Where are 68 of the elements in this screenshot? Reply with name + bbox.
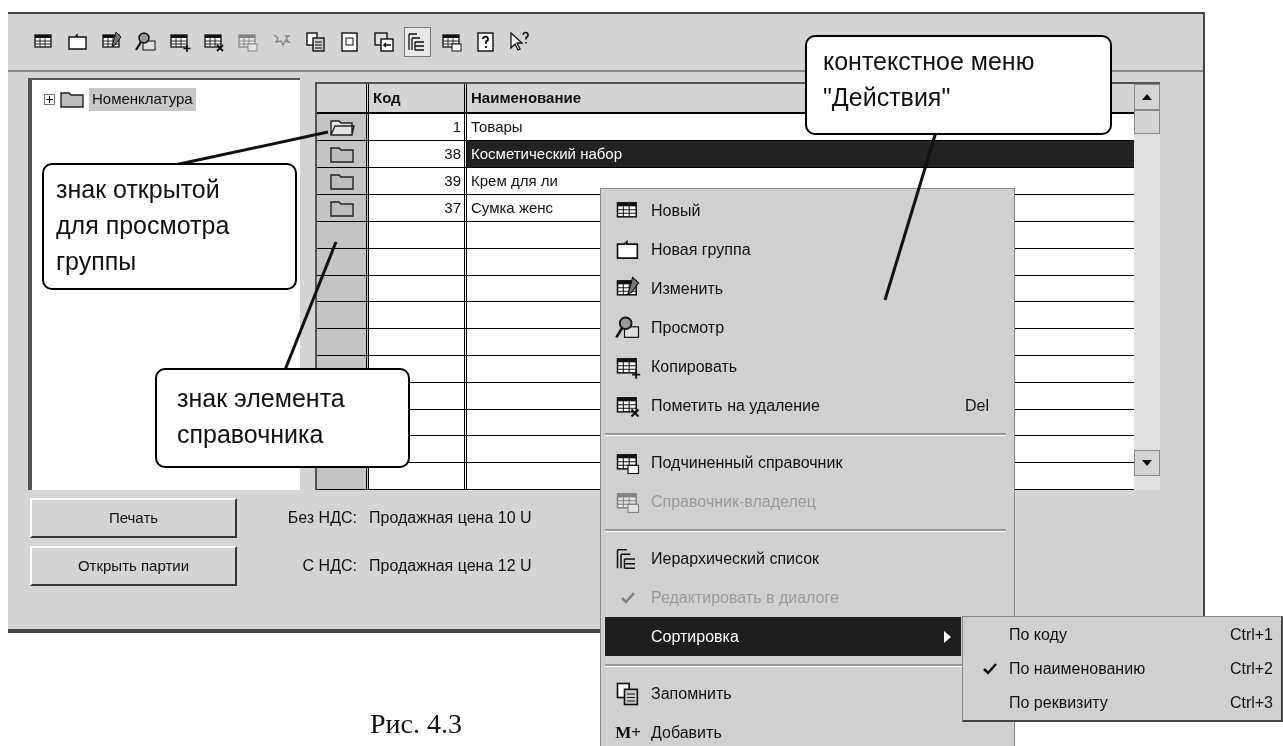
callout: знак элемента справочника bbox=[155, 368, 410, 468]
table-cell[interactable]: Крем для ли bbox=[471, 172, 558, 189]
menu-item[interactable]: По коду Ctrl+1 bbox=[963, 618, 1281, 652]
scroll-thumb[interactable] bbox=[1134, 110, 1160, 134]
menu-label: Иерархический список bbox=[651, 548, 820, 569]
scroll-up-button[interactable] bbox=[1134, 84, 1160, 110]
table-cell[interactable]: Товары bbox=[471, 118, 523, 135]
menu-label: Просмотр bbox=[651, 317, 725, 338]
row-header[interactable] bbox=[317, 195, 369, 221]
menu-item[interactable]: По наименованию Ctrl+2 bbox=[963, 652, 1281, 686]
menu-label: Копировать bbox=[651, 356, 738, 377]
price-label: С НДС: bbox=[301, 556, 357, 576]
scroll-down-button[interactable] bbox=[1134, 450, 1160, 476]
menu-item[interactable]: Изменить bbox=[605, 269, 961, 308]
expand-icon[interactable] bbox=[44, 93, 55, 105]
shortcut-text: Ctrl+3 bbox=[1229, 693, 1273, 713]
table-cell[interactable]: Сумка женс bbox=[471, 199, 554, 216]
magnifier-icon bbox=[133, 30, 158, 54]
table-cell: 39 bbox=[369, 168, 467, 194]
down-arrow-icon bbox=[1142, 460, 1152, 466]
menu-label: Подчиненный справочник bbox=[651, 452, 843, 473]
menu-label: По наименованию bbox=[1009, 659, 1146, 679]
menu-label: По реквизиту bbox=[1009, 693, 1108, 713]
shortcut-text: Ctrl+1 bbox=[1229, 625, 1273, 645]
menu-item[interactable]: Запомнить bbox=[605, 674, 961, 713]
menu-label: Запомнить bbox=[651, 683, 732, 704]
menu-label: По коду bbox=[1009, 625, 1067, 645]
figure-caption: Рис. 4.3 bbox=[370, 708, 462, 739]
callout: контекстное меню "Действия" bbox=[805, 35, 1112, 135]
menu-item[interactable]: По реквизиту Ctrl+3 bbox=[963, 686, 1281, 720]
table-cell[interactable]: Косметический набор bbox=[471, 145, 623, 162]
shortcut-text: Del bbox=[965, 395, 989, 416]
price-label: Без НДС: bbox=[286, 508, 357, 528]
submenu-arrow-icon bbox=[944, 630, 951, 643]
menu-glyph: M+ bbox=[615, 721, 641, 744]
menu-item[interactable]: Просмотр bbox=[605, 308, 961, 347]
price-text: Продажная цена 12 U bbox=[369, 556, 532, 576]
tree-item[interactable]: Номенклатура bbox=[89, 88, 196, 111]
menu-label: Новая группа bbox=[651, 239, 751, 260]
column-header[interactable]: Код bbox=[369, 84, 467, 112]
menu-item[interactable]: Сортировка bbox=[605, 617, 961, 656]
menu-item[interactable]: Копировать bbox=[605, 347, 961, 386]
row-header[interactable] bbox=[317, 114, 369, 140]
menu-label: Новый bbox=[651, 200, 701, 221]
form-button[interactable]: Печать bbox=[30, 498, 237, 538]
paste-icon bbox=[371, 30, 396, 54]
scrollbar[interactable] bbox=[1134, 84, 1160, 490]
form-button[interactable]: Открыть партии bbox=[30, 546, 237, 586]
price-text: Продажная цена 10 U bbox=[369, 508, 532, 528]
menu-label: Изменить bbox=[651, 278, 724, 299]
menu-item[interactable]: Подчиненный справочник bbox=[605, 443, 961, 482]
menu-item[interactable]: Иерархический список bbox=[605, 539, 961, 578]
toolbar-button[interactable] bbox=[404, 27, 431, 57]
row-header[interactable] bbox=[317, 141, 369, 167]
up-arrow-icon bbox=[1142, 94, 1152, 100]
menu-label: Пометить на удаление bbox=[651, 395, 820, 416]
menu-item[interactable]: Новая группа bbox=[605, 230, 961, 269]
folder-icon bbox=[59, 89, 85, 110]
menu-item[interactable]: Новый bbox=[605, 191, 961, 230]
menu-label: Сортировка bbox=[651, 626, 739, 647]
copy-icon bbox=[303, 30, 328, 54]
table-cell: 37 bbox=[369, 195, 467, 221]
shortcut-text: Ctrl+2 bbox=[1229, 659, 1273, 679]
menu-item[interactable]: M+ Добавить bbox=[605, 713, 961, 746]
row-header[interactable] bbox=[317, 168, 369, 194]
menu-label: Добавить bbox=[651, 722, 722, 743]
column-header[interactable]: Наименование bbox=[471, 89, 582, 106]
callout: знак открытой для просмотра группы bbox=[42, 163, 297, 290]
